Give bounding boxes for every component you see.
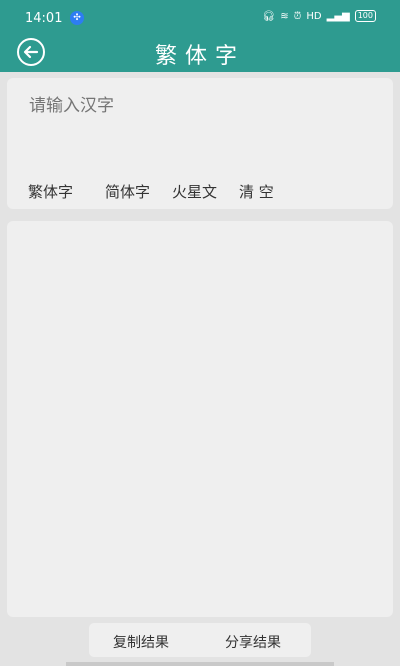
martian-button[interactable]: 火星文 [172,181,217,202]
clear-button[interactable]: 清 空 [239,181,274,202]
alarm-icon: ⏰︎ [293,10,302,22]
hanzi-input[interactable] [29,96,369,116]
input-card: 繁体字 简体字 火星文 清 空 [7,78,393,209]
hd-label: HD [306,10,322,22]
copy-result-button[interactable]: 复制结果 [113,632,169,652]
status-bar: 14:01 ✣ 🎧︎ ≋ ⏰︎ HD ▂▄▆ 100 [0,0,400,34]
status-icons: 🎧︎ ≋ ⏰︎ HD ▂▄▆ 100 [262,10,376,22]
page-title: 繁体字 [154,44,245,69]
result-area[interactable] [7,221,393,617]
notification-icon: ✣ [70,11,84,25]
navigation-bar [66,662,334,666]
battery-icon: 100 [354,10,376,22]
share-result-button[interactable]: 分享结果 [225,632,281,652]
headphones-icon: 🎧︎ [262,10,276,22]
simplified-button[interactable]: 简体字 [105,181,150,202]
bottom-action-bar: 复制结果 分享结果 [89,623,311,657]
wifi-signal-icon: ≋ [280,10,289,22]
cell-signal-icon: ▂▄▆ [326,10,350,22]
app-bar: 繁体字 [0,34,400,72]
status-time: 14:01 [25,11,63,26]
traditional-button[interactable]: 繁体字 [28,181,73,202]
